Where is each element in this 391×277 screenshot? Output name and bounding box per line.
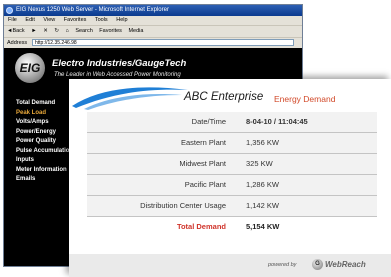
total-value: 5,154 KW: [246, 222, 280, 231]
nav-power-quality[interactable]: Power Quality: [16, 137, 76, 145]
search-button[interactable]: Search: [75, 28, 92, 34]
table-row: Eastern Plant 1,356 KW: [87, 133, 377, 154]
row-value: 1,286 KW: [246, 180, 279, 189]
eig-logo: EIG: [15, 53, 45, 83]
brand-title: ABC Enterprise: [184, 91, 264, 103]
nav-pulse-accumulation[interactable]: Pulse Accumulation: [16, 147, 76, 155]
table-row: Date/Time 8-04-10 / 11:04:45: [87, 112, 377, 133]
total-row: Total Demand 5,154 KW: [87, 217, 377, 237]
menu-edit[interactable]: Edit: [25, 17, 34, 23]
forward-button[interactable]: ►: [31, 28, 36, 34]
table-row: Pacific Plant 1,286 KW: [87, 175, 377, 196]
nav-power-energy[interactable]: Power/Energy: [16, 128, 76, 136]
address-label: Address: [7, 40, 28, 46]
menu-help[interactable]: Help: [116, 17, 127, 23]
nav-total-demand[interactable]: Total Demand: [16, 99, 76, 107]
webreach-logo-icon: G: [312, 259, 323, 270]
row-value: 8-04-10 / 11:04:45: [246, 117, 308, 126]
menu-bar: File Edit View Favorites Tools Help: [4, 16, 302, 25]
menu-tools[interactable]: Tools: [95, 17, 108, 23]
panel-subtitle: Energy Demand: [274, 94, 336, 104]
company-name: Electro Industries/GaugeTech: [52, 58, 187, 69]
row-label: Eastern Plant: [180, 138, 226, 147]
row-value: 1,356 KW: [246, 138, 279, 147]
browser-toolbar: ◄Back ► ✕ ↻ ⌂ Search Favorites Media: [4, 25, 302, 37]
webreach-brand: WebReach: [325, 260, 366, 269]
refresh-button[interactable]: ↻: [54, 28, 59, 34]
nav-meter-information[interactable]: Meter Information: [16, 166, 76, 174]
address-input[interactable]: http://12.35.246.98: [32, 39, 294, 46]
stop-button[interactable]: ✕: [43, 28, 48, 34]
row-label: Date/Time: [191, 117, 226, 126]
menu-file[interactable]: File: [8, 17, 17, 23]
swoosh-logo-icon: [72, 87, 188, 110]
window-title-bar: EIG Nexus 1250 Web Server - Microsoft In…: [4, 5, 302, 16]
demand-table: Date/Time 8-04-10 / 11:04:45 Eastern Pla…: [87, 112, 377, 237]
table-row: Midwest Plant 325 KW: [87, 154, 377, 175]
nav-inputs[interactable]: Inputs: [16, 156, 76, 164]
window-title: EIG Nexus 1250 Web Server - Microsoft In…: [16, 7, 169, 13]
energy-demand-panel: ABC Enterprise Energy Demand Date/Time 8…: [69, 79, 391, 277]
row-label: Distribution Center Usage: [140, 201, 226, 210]
nav-peak-load[interactable]: Peak Load: [16, 109, 76, 117]
row-label: Pacific Plant: [184, 180, 226, 189]
row-label: Midwest Plant: [179, 159, 226, 168]
favorites-button[interactable]: Favorites: [99, 28, 122, 34]
row-value: 325 KW: [246, 159, 273, 168]
company-tagline: The Leader in Web Accessed Power Monitor…: [54, 72, 181, 78]
nav-volts-amps[interactable]: Volts/Amps: [16, 118, 76, 126]
panel-footer: powered by G WebReach: [69, 254, 391, 277]
table-row: Distribution Center Usage 1,142 KW: [87, 196, 377, 217]
back-button[interactable]: ◄Back: [7, 28, 25, 34]
total-label: Total Demand: [176, 222, 226, 231]
row-value: 1,142 KW: [246, 201, 279, 210]
nav-emails[interactable]: Emails: [16, 175, 76, 183]
menu-favorites[interactable]: Favorites: [64, 17, 87, 23]
media-button[interactable]: Media: [128, 28, 143, 34]
home-button[interactable]: ⌂: [65, 28, 68, 34]
ie-icon: [6, 7, 13, 14]
side-navigation: Total Demand Peak Load Volts/Amps Power/…: [16, 99, 76, 185]
powered-by-label: powered by: [268, 262, 297, 268]
menu-view[interactable]: View: [43, 17, 55, 23]
